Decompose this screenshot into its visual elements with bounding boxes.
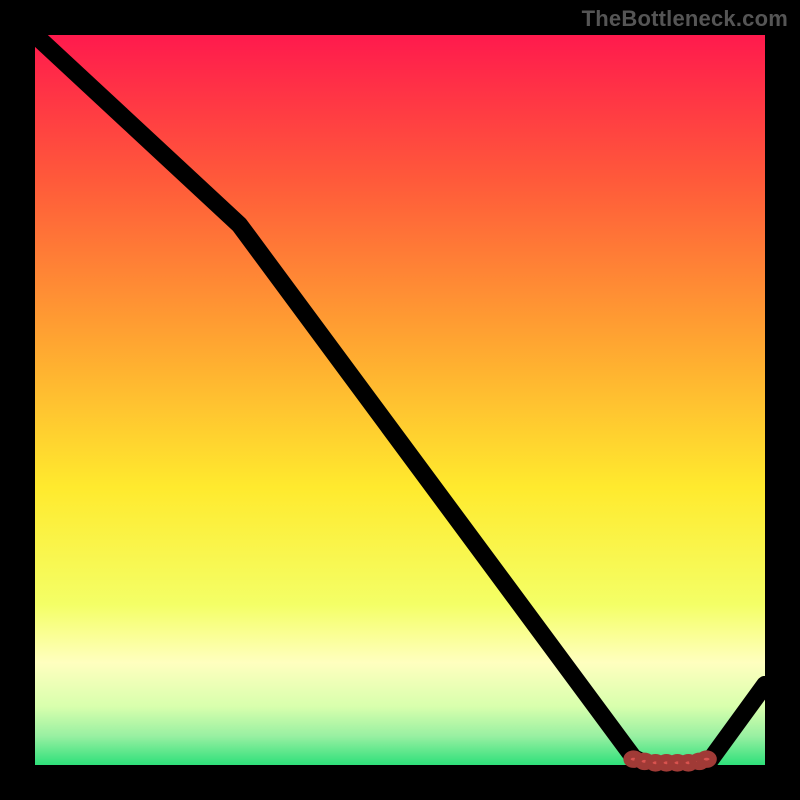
data-curve [35, 35, 765, 765]
marker-cluster [627, 754, 713, 768]
marker-dot [700, 754, 713, 764]
chart-stage: TheBottleneck.com [0, 0, 800, 800]
chart-overlay [35, 35, 765, 765]
watermark-text: TheBottleneck.com [582, 6, 788, 32]
